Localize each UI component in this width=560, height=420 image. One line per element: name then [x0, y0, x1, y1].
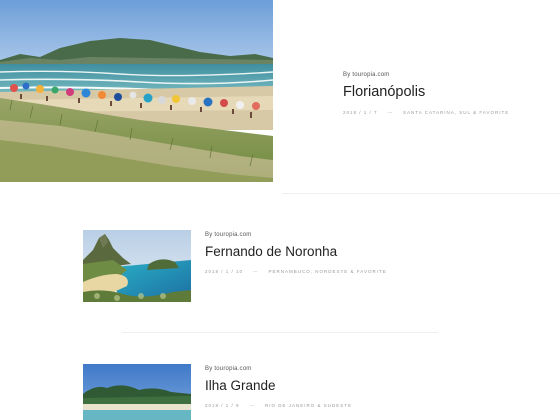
post-categories[interactable]: Rio de Janeiro & Sudeste: [265, 403, 352, 408]
post-meta-block: By touropia.com Fernando de Noronha 2018 …: [205, 232, 495, 274]
author-link[interactable]: touropia.com: [214, 232, 251, 238]
beach-photo-florianopolis: [0, 0, 273, 182]
post-categories[interactable]: Pernambuco, Nordeste & Favorite: [269, 269, 387, 274]
beach-photo-ilha-grande: [83, 364, 191, 420]
beach-photo-fernando-de-noronha: [83, 230, 191, 302]
divider: [282, 193, 560, 194]
post-date: 2018 / 1 / 10: [205, 269, 244, 274]
post-date: 2018 / 1 / 7: [343, 110, 378, 115]
post-meta: 2018 / 1 / 9 — Rio de Janeiro & Sudeste: [205, 403, 495, 408]
post-thumbnail-link[interactable]: [83, 364, 191, 420]
page: By touropia.com Florianópolis 2018 / 1 / …: [0, 0, 560, 420]
post-byline: By touropia.com: [205, 232, 495, 238]
author-link[interactable]: touropia.com: [352, 72, 389, 78]
post-title-link[interactable]: Ilha Grande: [205, 378, 495, 393]
featured-post-meta: By touropia.com Florianópolis 2018 / 1 / …: [343, 72, 553, 115]
post-meta-block: By touropia.com Ilha Grande 2018 / 1 / 9 …: [205, 366, 495, 408]
post-byline: By touropia.com: [205, 366, 495, 372]
byline-prefix: By: [343, 72, 351, 78]
featured-post-image-link[interactable]: [0, 0, 273, 182]
post-item: By touropia.com Fernando de Noronha 2018 …: [83, 230, 503, 302]
post-item: By touropia.com Ilha Grande 2018 / 1 / 9 …: [83, 364, 503, 420]
post-meta: 2018 / 1 / 7 — Santa Catarina, Sul & Fav…: [343, 110, 553, 115]
post-byline: By touropia.com: [343, 72, 553, 78]
post-date: 2018 / 1 / 9: [205, 403, 240, 408]
meta-separator: —: [249, 403, 256, 408]
meta-separator: —: [387, 110, 394, 115]
post-title-link[interactable]: Florianópolis: [343, 84, 553, 100]
post-meta: 2018 / 1 / 10 — Pernambuco, Nordeste & F…: [205, 269, 495, 274]
post-categories[interactable]: Santa Catarina, Sul & Favorite: [403, 110, 509, 115]
featured-post: By touropia.com Florianópolis 2018 / 1 / …: [0, 0, 560, 194]
byline-prefix: By: [205, 232, 213, 238]
post-title-link[interactable]: Fernando de Noronha: [205, 244, 495, 259]
divider: [122, 332, 438, 333]
post-thumbnail-link[interactable]: [83, 230, 191, 302]
meta-separator: —: [253, 269, 259, 274]
byline-prefix: By: [205, 366, 213, 372]
author-link[interactable]: touropia.com: [214, 366, 251, 372]
